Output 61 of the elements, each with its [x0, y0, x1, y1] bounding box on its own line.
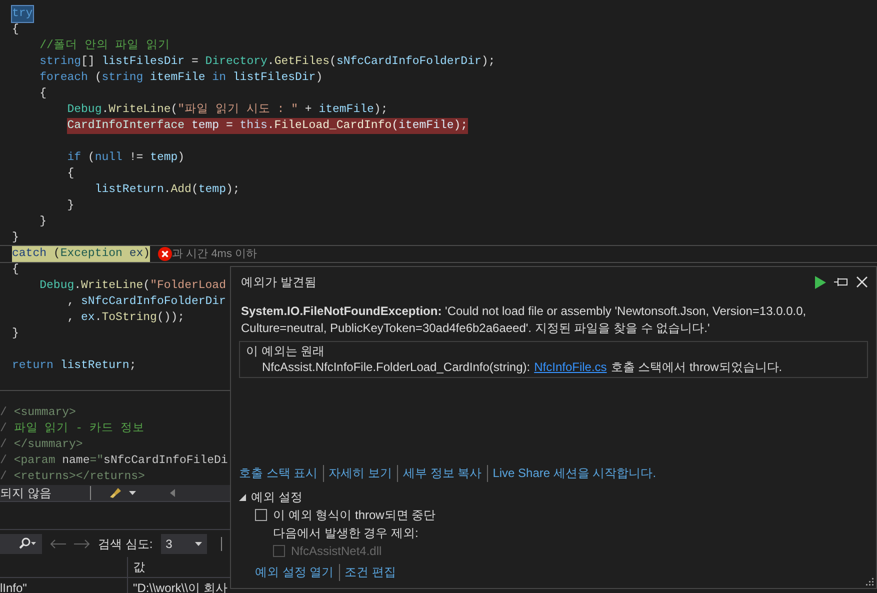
checkbox-label: 이 예외 형식이 throw되면 중단	[273, 506, 436, 524]
code-line: }	[12, 230, 19, 246]
exception-message: System.IO.FileNotFoundException: 'Could not load file or assembly 'Newtonsoft.Json, Version=13.0.0.0, Culture=neutral, PublicKeyToken=30ad4fe6b2a6aeed'. 지정된 파일을 찾을 수 없습니다.'	[240, 303, 808, 337]
code-line: //폴더 안의 파일 읽기	[38, 38, 170, 54]
doc-comment-line: / <param name="sNfcCardInfoFileDi	[0, 453, 228, 469]
column-header[interactable]: 값	[128, 558, 145, 576]
search-icon	[18, 537, 36, 551]
caret-icon	[194, 542, 202, 546]
search-depth-label: 검색 심도:	[98, 536, 153, 552]
origin-title: 이 예외는 원래	[246, 343, 326, 359]
code-line: Debug.WriteLine("FolderLoad	[38, 278, 226, 294]
origin-method: NfcAssist.NfcInfoFile.FolderLoad_CardInfo(string):	[262, 359, 530, 375]
settings-link[interactable]: 예외 설정 열기	[255, 564, 334, 580]
action-link[interactable]: Live Share 세션을 시작합니다.	[486, 465, 656, 482]
close-icon[interactable]	[856, 276, 868, 288]
doc-comment-line: / 파일 읽기 - 카드 정보	[0, 421, 144, 437]
code-line: {	[38, 86, 47, 102]
code-line: return listReturn;	[12, 358, 136, 374]
status-text: 되지 않음	[0, 484, 52, 502]
left-arrow-icon[interactable]	[170, 489, 175, 497]
doc-comment-line: / </summary>	[0, 437, 83, 453]
table-cell: lInfo"	[0, 578, 128, 593]
settings-link[interactable]: 조건 편집	[338, 564, 396, 580]
origin-suffix: 호출 스택에서 throw되었습니다.	[610, 359, 782, 375]
code-line: {	[12, 262, 19, 278]
code-line: listReturn.Add(temp);	[94, 182, 240, 198]
error-icon	[158, 247, 172, 261]
forward-arrow-icon[interactable]	[74, 539, 90, 549]
caret-icon[interactable]	[129, 491, 136, 495]
popup-title: 예외가 발견됨	[241, 274, 316, 290]
except-label: 다음에서 발생한 경우 제외:	[272, 525, 420, 542]
code-line: Debug.WriteLine("파일 읽기 시도 : " + itemFile);	[66, 102, 388, 118]
checkbox-label: NfcAssistNet4.dll	[291, 544, 382, 558]
table-cell-text: "D:\\work\\이 회사	[132, 580, 228, 593]
action-link[interactable]: 자세히 보기	[322, 465, 392, 482]
checkbox[interactable]	[255, 509, 267, 521]
code-line: foreach (string itemFile in listFilesDir)	[38, 70, 323, 86]
resize-grip-icon[interactable]	[866, 578, 874, 586]
doc-comment-line: / <returns></returns>	[0, 469, 145, 485]
action-link[interactable]: 세부 정보 복사	[397, 465, 482, 482]
code-line: }	[38, 214, 47, 230]
code-line: }	[66, 198, 74, 214]
brush-icon[interactable]	[109, 487, 123, 499]
play-icon[interactable]	[815, 276, 826, 288]
code-line: string[] listFilesDir = Directory.GetFiles(sNfcCardInfoFolderDir);	[38, 54, 496, 70]
expand-icon[interactable]	[239, 494, 246, 500]
code-line: if (null != temp)	[66, 150, 185, 166]
code-line: }	[12, 326, 19, 342]
settings-title: 예외 설정	[251, 488, 302, 506]
code-line: {	[12, 22, 19, 38]
action-link[interactable]: 호출 스택 표시	[239, 465, 318, 482]
source-file-link[interactable]: NfcInfoFile.cs	[534, 359, 607, 375]
back-arrow-icon[interactable]	[50, 539, 66, 549]
elapsed-time-hint: 과 시간 4ms 이하	[172, 247, 258, 262]
doc-comment-line: / <summary>	[0, 405, 76, 421]
pin-icon[interactable]	[834, 277, 848, 287]
code-line: , sNfcCardInfoFolderDir	[66, 294, 226, 310]
code-line: , ex.ToString());	[66, 310, 185, 326]
search-depth-dropdown[interactable]: 3	[160, 534, 207, 554]
code-line: {	[66, 166, 74, 182]
search-field[interactable]	[0, 534, 42, 554]
